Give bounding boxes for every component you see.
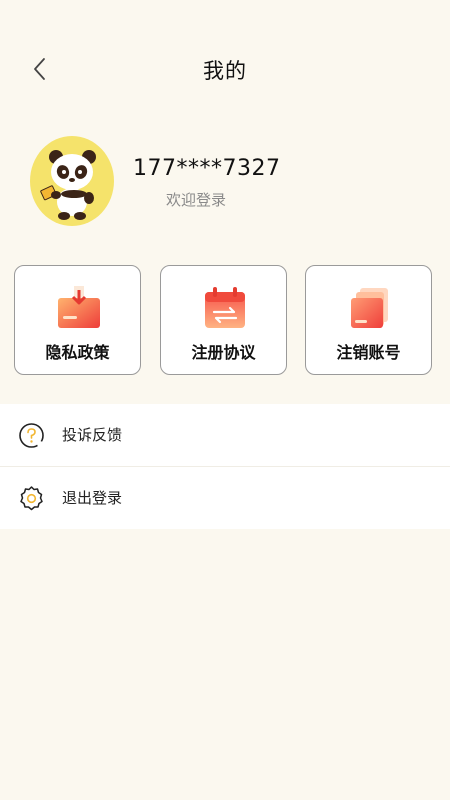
menu-list: 投诉反馈 退出登录 [0,404,450,529]
panda-avatar-icon [40,150,96,220]
phone-number: 177****7327 [133,156,281,181]
privacy-policy-card[interactable]: 隐私政策 [14,265,141,375]
menu-item-logout[interactable]: 退出登录 [0,466,450,529]
welcome-text[interactable]: 欢迎登录 [166,189,226,210]
question-circle-icon [19,423,44,448]
header: 我的 [0,0,450,140]
card-label: 注册协议 [191,343,256,362]
page-title: 我的 [203,59,247,83]
cancel-account-icon [351,288,388,328]
privacy-card-icon [58,286,100,328]
cancel-account-card[interactable]: 注销账号 [305,265,432,375]
profile-section: 177****7327 欢迎登录 [30,136,430,231]
registration-agreement-card[interactable]: 注册协议 [160,265,287,375]
avatar[interactable] [30,136,114,226]
card-label: 注销账号 [336,343,401,362]
menu-item-label: 退出登录 [62,489,123,507]
card-label: 隐私政策 [45,343,110,362]
menu-item-feedback[interactable]: 投诉反馈 [0,404,450,466]
quick-actions: 隐私政策 注册协议 注销账号 [14,265,436,377]
gear-icon [20,486,43,511]
calendar-agreement-icon [205,287,245,328]
menu-item-label: 投诉反馈 [62,426,123,444]
